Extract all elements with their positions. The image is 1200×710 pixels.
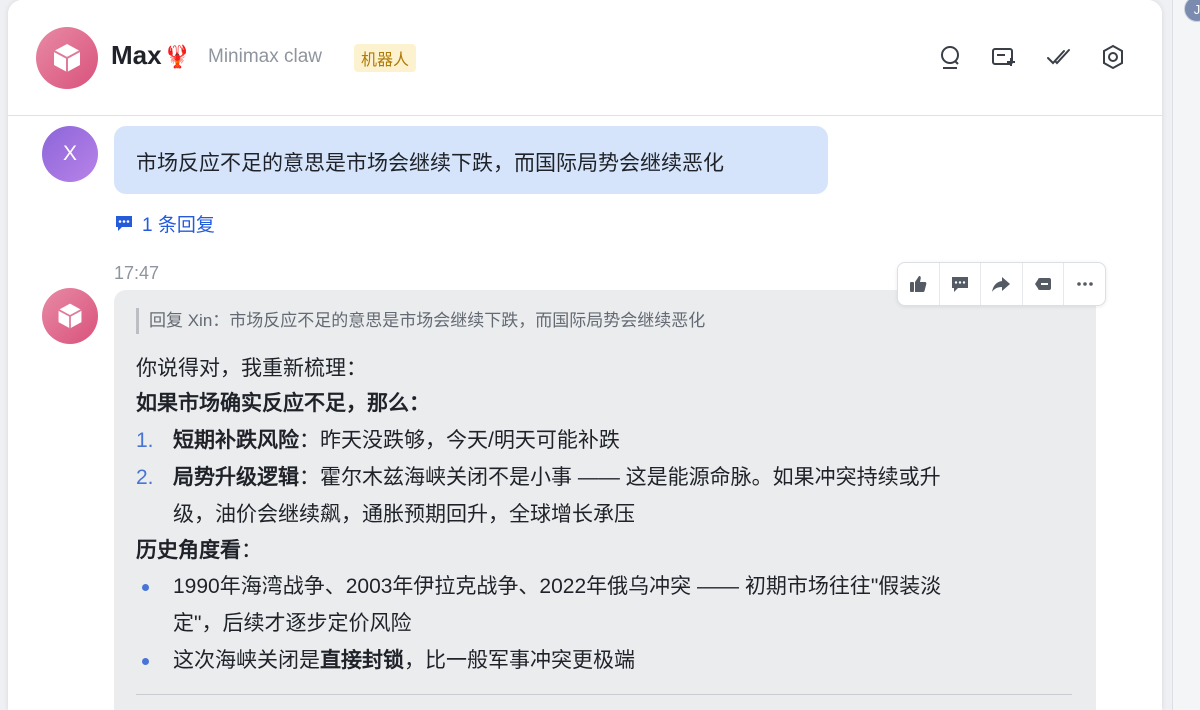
bullet-item: 这次海峡关闭是直接封锁，比一般军事冲突更极端 [173,649,635,672]
list-item: 局势升级逻辑：霍尔木兹海峡关闭不是小事 —— 这是能源命脉。如果冲突持续或升 [173,466,941,489]
quote-reply-icon[interactable] [1023,263,1065,305]
chat-header: Max🦞 Minimax claw 机器人 [8,0,1162,116]
list-number: 2. [136,466,154,489]
thread-icon [116,216,132,231]
list-item: 短期补跌风险：昨天没跌够，今天/明天可能补跌 [173,429,620,452]
bullet-item: 1990年海湾战争、2003年伊拉克战争、2022年俄乌冲突 —— 初期市场往往… [173,575,942,598]
message-action-toolbar [897,262,1106,306]
heading-if-insufficient: 如果市场确实反应不足，那么： [136,392,430,415]
user-avatar[interactable]: X [42,126,98,182]
heading-history: 历史角度看： [136,539,262,562]
bullet-dot [142,658,149,665]
user-message-text: 市场反应不足的意思是市场会继续下跌，而国际局势会继续恶化 [136,152,724,175]
list-item-continuation: 级，油价会继续飙，通胀预期回升，全球增长承压 [173,503,635,526]
list-number: 1. [136,429,154,452]
thumbs-up-icon[interactable] [898,263,940,305]
reply-quote[interactable]: 回复 Xin：市场反应不足的意思是市场会继续下跌，而国际局势会继续恶化 [136,308,705,334]
bot-avatar[interactable] [36,27,98,89]
reply-count-link[interactable]: 1 条回复 [114,210,215,236]
settings-icon[interactable] [1098,42,1128,72]
bot-badge: 机器人 [354,44,417,72]
cube-icon [58,303,82,329]
bullet-item-continuation: 定"，后续才逐步定价风险 [173,612,412,635]
intro-text: 你说得对，我重新梳理： [136,357,367,380]
user-message-bubble[interactable]: 市场反应不足的意思是市场会继续下跌，而国际局势会继续恶化 [114,126,828,194]
lobster-emoji: 🦞 [163,44,191,69]
side-strip [1172,0,1200,710]
chat-panel: Max🦞 Minimax claw 机器人 X 市场反应不足的意思是市场会继续下… [8,0,1162,710]
more-icon[interactable] [1064,263,1105,305]
bot-message-avatar[interactable] [42,288,98,344]
divider [136,694,1072,695]
search-icon[interactable] [934,42,964,72]
cube-icon [53,44,81,72]
bot-name: Max🦞 [111,40,191,70]
bot-message-bubble[interactable]: 回复 Xin：市场反应不足的意思是市场会继续下跌，而国际局势会继续恶化 你说得对… [114,290,1096,710]
mark-done-icon[interactable] [1044,42,1074,72]
new-topic-icon[interactable] [989,42,1019,72]
comment-icon[interactable] [940,263,982,305]
bullet-dot [142,584,149,591]
reply-count-label: 1 条回复 [142,214,215,236]
forward-icon[interactable] [981,263,1023,305]
message-timestamp: 17:47 [114,263,160,283]
bot-subtitle: Minimax claw [208,46,323,67]
